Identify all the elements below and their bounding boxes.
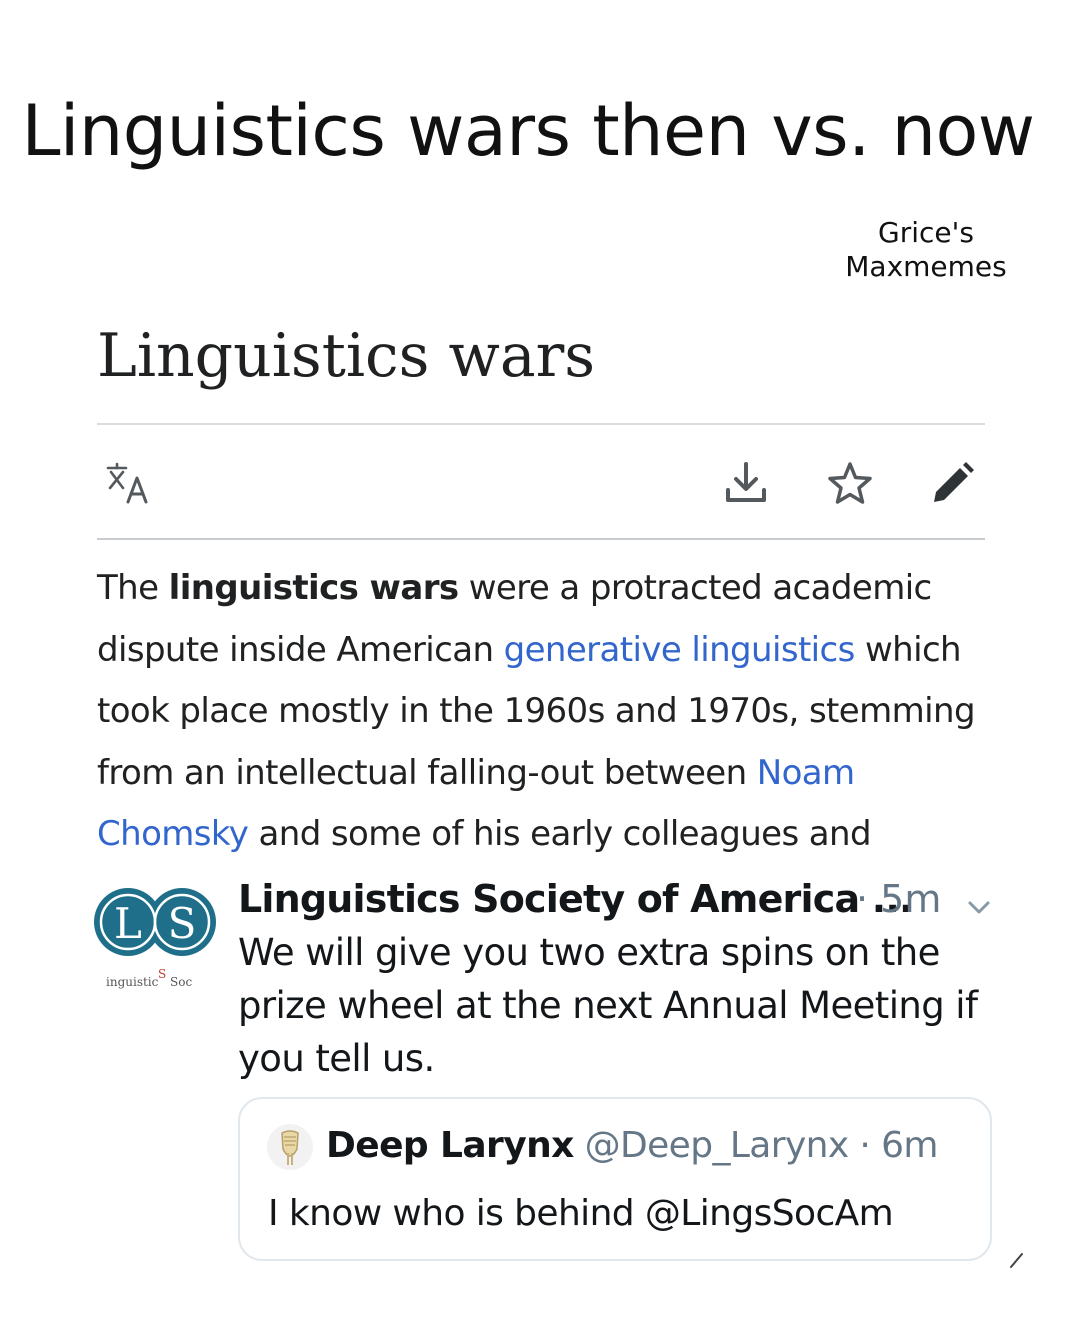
tweet-timestamp: · 5m xyxy=(856,877,942,921)
watermark-line-2: Maxmemes xyxy=(845,250,1007,283)
star-icon[interactable] xyxy=(824,458,876,510)
avatar-caption-end: Soc xyxy=(170,975,192,989)
quoted-text: I know who is behind @LingsSocAm xyxy=(268,1193,894,1234)
translate-icon[interactable] xyxy=(100,458,152,510)
download-icon[interactable] xyxy=(720,458,772,510)
quoted-author-handle: @Deep_Larynx · 6m xyxy=(584,1125,939,1166)
bold-term: linguistics wars xyxy=(168,568,459,608)
quoted-author-name[interactable]: Deep Larynx xyxy=(326,1125,574,1166)
toolbar-divider xyxy=(97,538,985,540)
body-text: The xyxy=(97,568,169,608)
article-title: Linguistics wars xyxy=(97,321,596,391)
article-body: The linguistics wars were a protracted a… xyxy=(97,558,987,866)
body-text: and some of his early colleagues and xyxy=(248,814,872,854)
quoted-tweet[interactable]: Deep Larynx @Deep_Larynx · 6m I know who… xyxy=(238,1097,992,1261)
avatar-caption-mark: S xyxy=(158,967,166,981)
avatar-letter-l: L xyxy=(114,899,142,948)
decorative-stroke-icon xyxy=(1008,1250,1026,1270)
watermark-line-1: Grice's xyxy=(878,216,974,249)
title-divider xyxy=(97,423,985,425)
avatar-caption: inguistic xyxy=(106,975,159,989)
link-generative-linguistics[interactable]: generative linguistics xyxy=(504,630,856,670)
watermark: Grice's Maxmemes xyxy=(826,216,1026,284)
avatar[interactable]: L S inguistic S Soc xyxy=(92,882,218,994)
tweet-text: We will give you two extra spins on the … xyxy=(238,931,978,1080)
tweet-header: Linguistics Society of America ... · 5m xyxy=(238,874,1008,924)
meme-title: Linguistics wars then vs. now xyxy=(21,90,1035,172)
pencil-icon[interactable] xyxy=(926,458,978,510)
chevron-down-icon[interactable] xyxy=(964,884,994,914)
quoted-header: Deep Larynx @Deep_Larynx · 6m xyxy=(326,1121,939,1171)
larynx-avatar-icon xyxy=(266,1123,314,1171)
tweet-author-name[interactable]: Linguistics Society of America ... xyxy=(238,877,913,921)
avatar-letter-s: S xyxy=(168,899,197,948)
